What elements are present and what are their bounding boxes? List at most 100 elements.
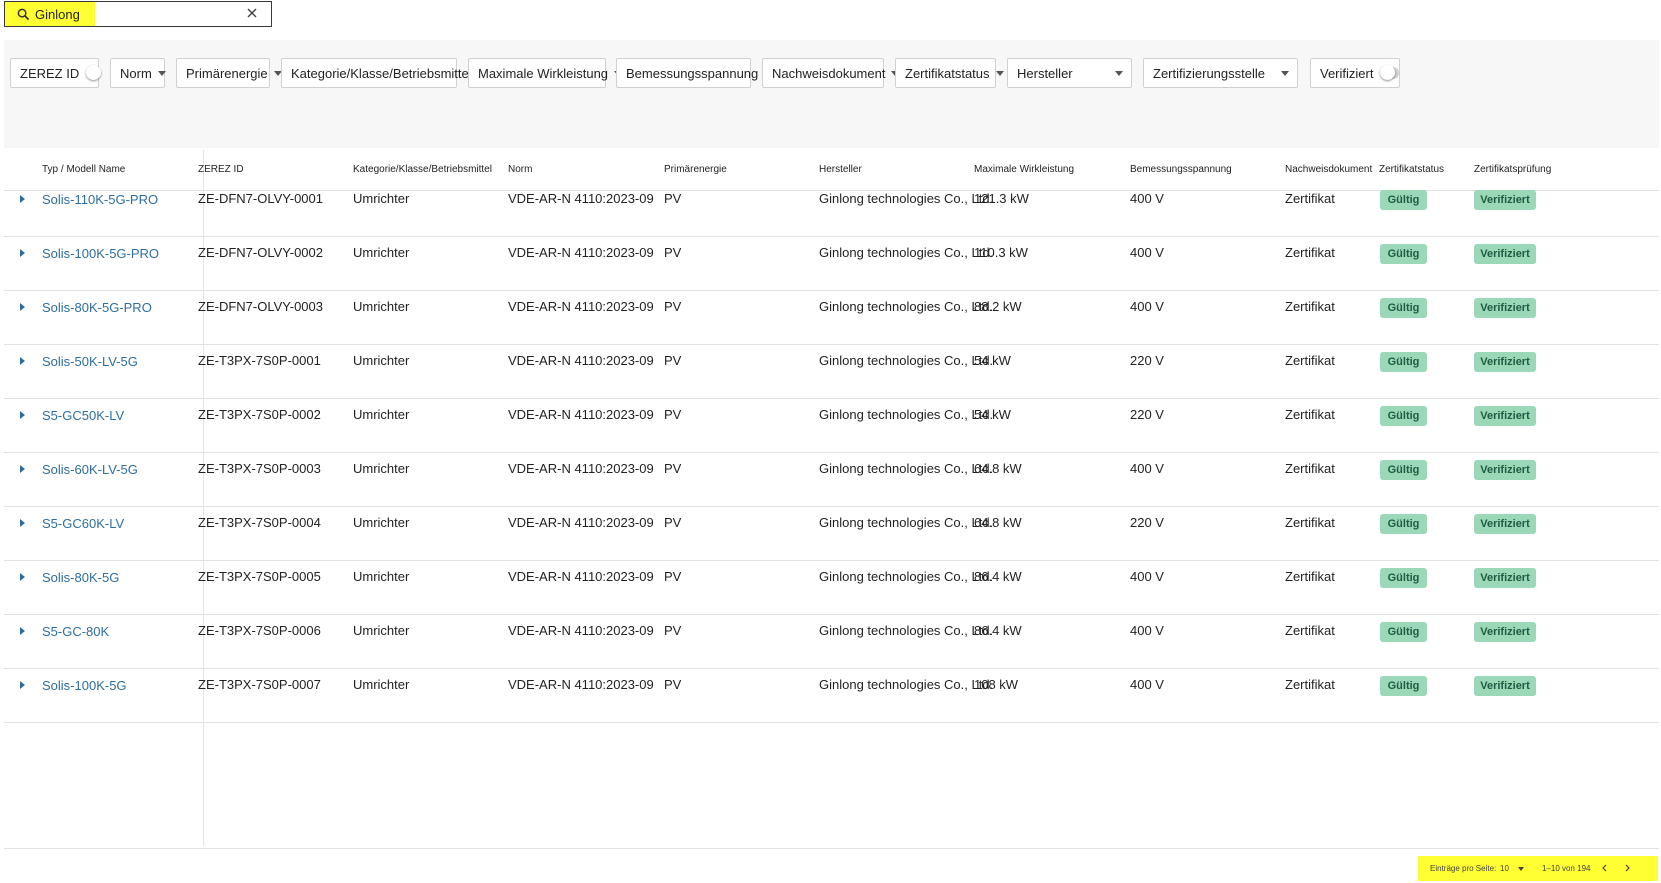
expand-row-icon[interactable] [20,627,25,635]
status-badge: Gültig [1380,676,1427,696]
model-name-link[interactable]: Solis-100K-5G [42,678,127,693]
model-name-link[interactable]: S5-GC60K-LV [42,516,124,531]
column-header-primaerenergie[interactable]: Primärenergie [664,164,727,175]
voltage-cell: 400 V [1130,191,1164,206]
voltage-cell: 220 V [1130,407,1164,422]
zerez-id-cell: ZE-DFN7-OLVY-0002 [198,245,323,260]
model-name-link[interactable]: S5-GC50K-LV [42,408,124,423]
category-cell: Umrichter [353,353,410,368]
filter-label: Hersteller [1017,65,1073,81]
filter-zertifikatstatus[interactable]: Zertifikatstatus [895,58,1004,88]
rows-per-page-select[interactable]: 10 [1500,864,1509,873]
document-cell: Zertifikat [1285,623,1335,638]
column-header-norm[interactable]: Norm [508,164,532,175]
power-cell: 64.8 kW [974,461,1022,476]
power-cell: 86.4 kW [974,569,1022,584]
filter-bemessungsspannung[interactable]: Bemessungsspannung [616,58,773,88]
filter-label: Zertifikatstatus [905,65,990,81]
filter-kategorie[interactable]: Kategorie/Klasse/Betriebsmittel [281,58,486,88]
expand-row-icon[interactable] [20,519,25,527]
expand-row-icon[interactable] [20,357,25,365]
category-cell: Umrichter [353,191,410,206]
manufacturer-cell: Ginlong technologies Co., Ltd. [819,191,994,206]
category-cell: Umrichter [353,569,410,584]
filter-label: Maximale Wirkleistung [478,65,609,81]
column-header-wirkleistung[interactable]: Maximale Wirkleistung [974,164,1074,175]
model-name-link[interactable]: Solis-110K-5G-PRO [42,192,158,207]
filter-zertifizierungsstelle-select[interactable]: Zertifizierungsstelle [1143,58,1298,88]
search-input[interactable]: Ginlong [4,1,272,27]
column-header-nachweisdokument[interactable]: Nachweisdokument [1285,164,1372,175]
filter-verifiziert-toggle[interactable]: Verifiziert [1310,58,1400,88]
energy-cell: PV [664,191,682,206]
close-icon[interactable] [245,6,259,20]
column-header-hersteller[interactable]: Hersteller [819,164,862,175]
column-header-zerez-id[interactable]: ZEREZ ID [198,164,244,175]
norm-cell: VDE-AR-N 4110:2023-09 [508,623,654,638]
column-header-modell[interactable]: Typ / Modell Name [42,164,125,175]
filter-zerez-id-toggle[interactable]: ZEREZ ID [10,58,101,88]
toggle-switch[interactable] [1380,65,1399,80]
column-header-zertifikatstatus[interactable]: Zertifikatstatus [1379,164,1444,175]
expand-row-icon[interactable] [20,303,25,311]
column-header-kategorie[interactable]: Kategorie/Klasse/Betriebsmittel [353,164,492,175]
expand-row-icon[interactable] [20,573,25,581]
expand-row-icon[interactable] [20,411,25,419]
power-cell: 86.4 kW [974,623,1022,638]
expand-row-icon[interactable] [20,195,25,203]
filter-maximale-wirkleistung[interactable]: Maximale Wirkleistung [468,58,623,88]
zerez-id-cell: ZE-T3PX-7S0P-0002 [198,407,321,422]
model-name-link[interactable]: Solis-80K-5G-PRO [42,300,152,315]
norm-cell: VDE-AR-N 4110:2023-09 [508,461,654,476]
power-cell: 54 kW [974,353,1011,368]
column-header-zertifikatspruefung[interactable]: Zertifikatsprüfung [1474,164,1551,175]
document-cell: Zertifikat [1285,407,1335,422]
filter-hersteller-select[interactable]: Hersteller [1007,58,1132,88]
norm-cell: VDE-AR-N 4110:2023-09 [508,515,654,530]
voltage-cell: 400 V [1130,569,1164,584]
energy-cell: PV [664,245,682,260]
model-name-link[interactable]: Solis-80K-5G [42,570,119,585]
document-cell: Zertifikat [1285,515,1335,530]
filter-nachweisdokument[interactable]: Nachweisdokument [762,58,900,88]
voltage-cell: 220 V [1130,515,1164,530]
zerez-id-cell: ZE-T3PX-7S0P-0006 [198,623,321,638]
voltage-cell: 220 V [1130,353,1164,368]
model-name-link[interactable]: Solis-60K-LV-5G [42,462,138,477]
document-cell: Zertifikat [1285,461,1335,476]
status-badge: Gültig [1380,406,1427,426]
energy-cell: PV [664,407,682,422]
filter-norm[interactable]: Norm [110,58,166,88]
power-cell: 108 kW [974,677,1019,692]
energy-cell: PV [664,299,682,314]
manufacturer-cell: Ginlong technologies Co., Ltd. [819,677,994,692]
norm-cell: VDE-AR-N 4110:2023-09 [508,299,654,314]
document-cell: Zertifikat [1285,677,1335,692]
column-header-bemessungsspannung[interactable]: Bemessungsspannung [1130,164,1232,175]
verified-badge: Verifiziert [1474,298,1536,318]
model-name-link[interactable]: Solis-100K-5G-PRO [42,246,159,261]
expand-row-icon[interactable] [20,681,25,689]
chevron-right-icon[interactable] [1622,863,1632,873]
filter-label: Nachweisdokument [772,65,886,81]
toggle-switch[interactable] [86,65,101,80]
zerez-id-cell: ZE-DFN7-OLVY-0003 [198,299,323,314]
caret-down-icon[interactable] [1518,867,1524,871]
model-name-link[interactable]: S5-GC-80K [42,624,109,639]
category-cell: Umrichter [353,245,410,260]
caret-down-icon [157,70,166,76]
verified-badge: Verifiziert [1474,244,1536,264]
norm-cell: VDE-AR-N 4110:2023-09 [508,353,654,368]
expand-row-icon[interactable] [20,465,25,473]
filter-primaerenergie[interactable]: Primärenergie [176,58,282,88]
rows-per-page-label: Einträge pro Seite: [1430,864,1497,873]
filter-label: Primärenergie [186,65,268,81]
search-value[interactable]: Ginlong [35,7,80,22]
norm-cell: VDE-AR-N 4110:2023-09 [508,245,654,260]
document-cell: Zertifikat [1285,299,1335,314]
document-cell: Zertifikat [1285,245,1335,260]
expand-row-icon[interactable] [20,249,25,257]
power-cell: 121.3 kW [974,191,1029,206]
model-name-link[interactable]: Solis-50K-LV-5G [42,354,138,369]
chevron-left-icon[interactable] [1600,863,1610,873]
